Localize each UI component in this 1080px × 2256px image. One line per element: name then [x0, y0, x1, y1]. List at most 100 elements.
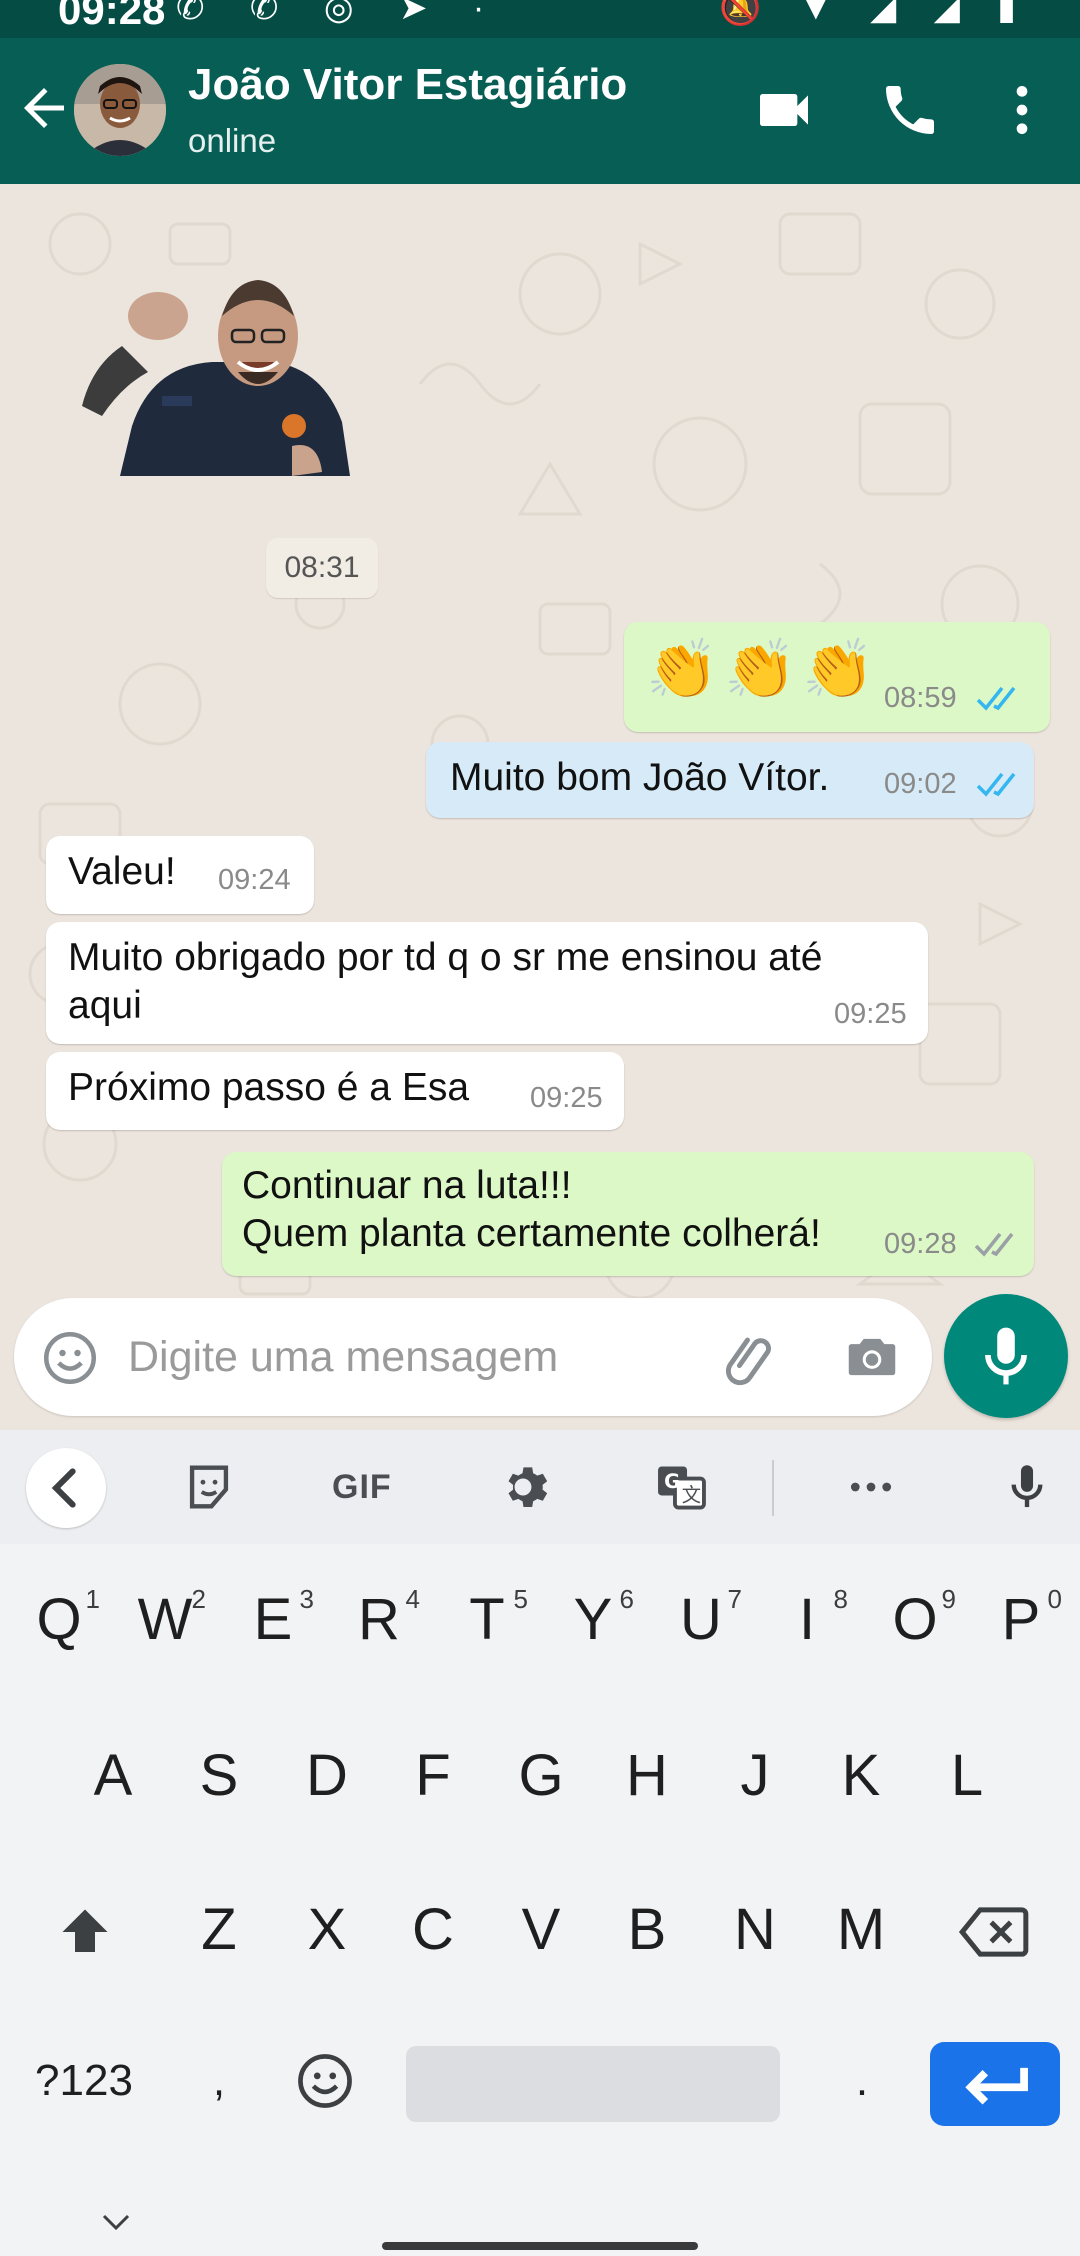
back-arrow-icon [24, 88, 64, 128]
svg-text:G: G [664, 1470, 680, 1493]
key-d[interactable]: D [292, 1742, 362, 1809]
key-y[interactable]: Y6 [558, 1584, 634, 1653]
message-text-line-1: Continuar na luta!!! [242, 1164, 572, 1207]
message-bubble-outgoing[interactable]: 👏👏👏 08:59 [624, 622, 1050, 732]
sticker-button[interactable] [180, 1458, 238, 1516]
clapping-hands-emoji: 👏👏👏 [646, 637, 881, 702]
chat-area[interactable]: 08:31 👏👏👏 08:59 Muito bom João Vítor. 09… [0, 184, 1080, 1430]
more-tools-button[interactable] [842, 1458, 900, 1516]
contact-name[interactable]: João Vitor Estagiário [188, 60, 627, 110]
message-time: 09:24 [218, 864, 291, 896]
key-z[interactable]: Z [184, 1896, 254, 1963]
key-l[interactable]: L [932, 1742, 1002, 1809]
shift-icon [62, 1909, 108, 1952]
phone-icon [886, 86, 934, 134]
enter-icon [965, 2067, 1028, 2105]
key-r[interactable]: R4 [344, 1584, 420, 1653]
voice-call-button[interactable] [878, 78, 942, 142]
svg-text:文: 文 [682, 1484, 701, 1507]
toolbar-divider [772, 1460, 774, 1516]
message-text: Valeu! [68, 850, 176, 893]
video-call-button[interactable] [752, 78, 816, 142]
key-v[interactable]: V [506, 1896, 576, 1963]
time-chip: 08:31 [266, 538, 378, 598]
comma-key[interactable]: , [196, 2056, 242, 2106]
key-x[interactable]: X [292, 1896, 362, 1963]
key-o[interactable]: O9 [880, 1584, 956, 1653]
attach-button[interactable] [720, 1326, 782, 1388]
message-bubble-incoming[interactable]: Valeu! 09:24 [46, 836, 314, 914]
enter-key[interactable] [930, 2042, 1060, 2126]
mic-icon [985, 1327, 1027, 1385]
key-u[interactable]: U7 [666, 1584, 742, 1653]
emoji-icon [298, 2054, 352, 2108]
key-w[interactable]: W2 [130, 1584, 206, 1653]
key-e[interactable]: E3 [238, 1584, 314, 1653]
key-g[interactable]: G [506, 1742, 576, 1809]
settings-button[interactable] [494, 1458, 552, 1516]
key-f[interactable]: F [398, 1742, 468, 1809]
emoji-key[interactable] [292, 2050, 358, 2116]
voice-input-button[interactable] [998, 1458, 1056, 1516]
message-time: 09:28 [884, 1228, 957, 1260]
contact-status: online [188, 122, 277, 159]
more-vert-icon [1016, 86, 1028, 134]
key-a[interactable]: A [78, 1742, 148, 1809]
key-p[interactable]: P0 [986, 1584, 1062, 1653]
key-i[interactable]: I8 [772, 1584, 848, 1653]
back-button[interactable] [14, 78, 74, 138]
key-m[interactable]: M [826, 1896, 896, 1963]
message-time: 09:25 [530, 1082, 603, 1114]
period-key[interactable]: . [842, 2056, 882, 2106]
notification-icons: ✆ ✆ ◎ ➤ · [176, 0, 503, 27]
message-bubble-incoming[interactable]: Muito obrigado por td q o sr me ensinou … [46, 922, 928, 1044]
sticker-message[interactable] [62, 276, 372, 476]
camera-icon [848, 1338, 896, 1376]
key-c[interactable]: C [398, 1896, 468, 1963]
key-b[interactable]: B [612, 1896, 682, 1963]
space-key[interactable] [406, 2046, 780, 2122]
message-bubble-outgoing[interactable]: Continuar na luta!!! Quem planta certame… [222, 1152, 1034, 1276]
message-time: 08:59 [884, 682, 957, 714]
avatar-image [74, 64, 166, 156]
chevron-left-icon [51, 1468, 76, 1508]
message-bubble-outgoing[interactable]: Muito bom João Vítor. 09:02 [426, 742, 1034, 818]
numbers-key[interactable]: ?123 [28, 2056, 140, 2106]
emoji-button[interactable] [40, 1328, 100, 1388]
chat-header: João Vitor Estagiário online [0, 38, 1080, 184]
translate-button[interactable]: G文 [652, 1458, 710, 1516]
delivered-receipt-icon [974, 1232, 1014, 1257]
voice-message-button[interactable] [944, 1294, 1068, 1418]
message-input[interactable] [128, 1326, 688, 1388]
message-composer [14, 1298, 932, 1416]
keyboard: GIF G文 Q1 W2 E3 R4 T5 Y6 U7 I8 O9 P0 A S… [0, 1430, 1080, 2256]
avatar[interactable] [74, 64, 166, 156]
paperclip-icon [726, 1337, 771, 1386]
key-t[interactable]: T5 [452, 1584, 528, 1653]
translate-icon: G文 [658, 1466, 706, 1510]
key-n[interactable]: N [720, 1896, 790, 1963]
gif-button[interactable]: GIF [332, 1458, 402, 1516]
message-text-line-1: Muito obrigado por td q o sr me ensinou … [68, 936, 823, 979]
backspace-key[interactable] [958, 1904, 1030, 1960]
message-time: 09:02 [884, 768, 957, 800]
camera-button[interactable] [840, 1326, 904, 1388]
shift-key[interactable] [50, 1902, 120, 1962]
home-gesture-bar[interactable] [382, 2242, 698, 2250]
chevron-down-icon[interactable] [94, 2206, 138, 2236]
read-receipt-icon [976, 772, 1016, 797]
status-time: 09:28 [58, 0, 166, 33]
status-bar: 09:28 ✆ ✆ ◎ ➤ · 🔕 ▼ ◢ ◢ ▮ [0, 0, 1080, 38]
emoji-icon [44, 1332, 96, 1384]
key-j[interactable]: J [720, 1742, 790, 1809]
keyboard-toolbar: GIF G文 [0, 1430, 1080, 1544]
key-k[interactable]: K [826, 1742, 896, 1809]
keyboard-collapse-button[interactable] [26, 1448, 106, 1528]
message-text: Próximo passo é a Esa [68, 1066, 470, 1109]
message-bubble-incoming[interactable]: Próximo passo é a Esa 09:25 [46, 1052, 624, 1130]
key-h[interactable]: H [612, 1742, 682, 1809]
key-q[interactable]: Q1 [24, 1584, 100, 1653]
more-options-button[interactable] [990, 78, 1054, 142]
backspace-icon [958, 1907, 1029, 1957]
key-s[interactable]: S [184, 1742, 254, 1809]
